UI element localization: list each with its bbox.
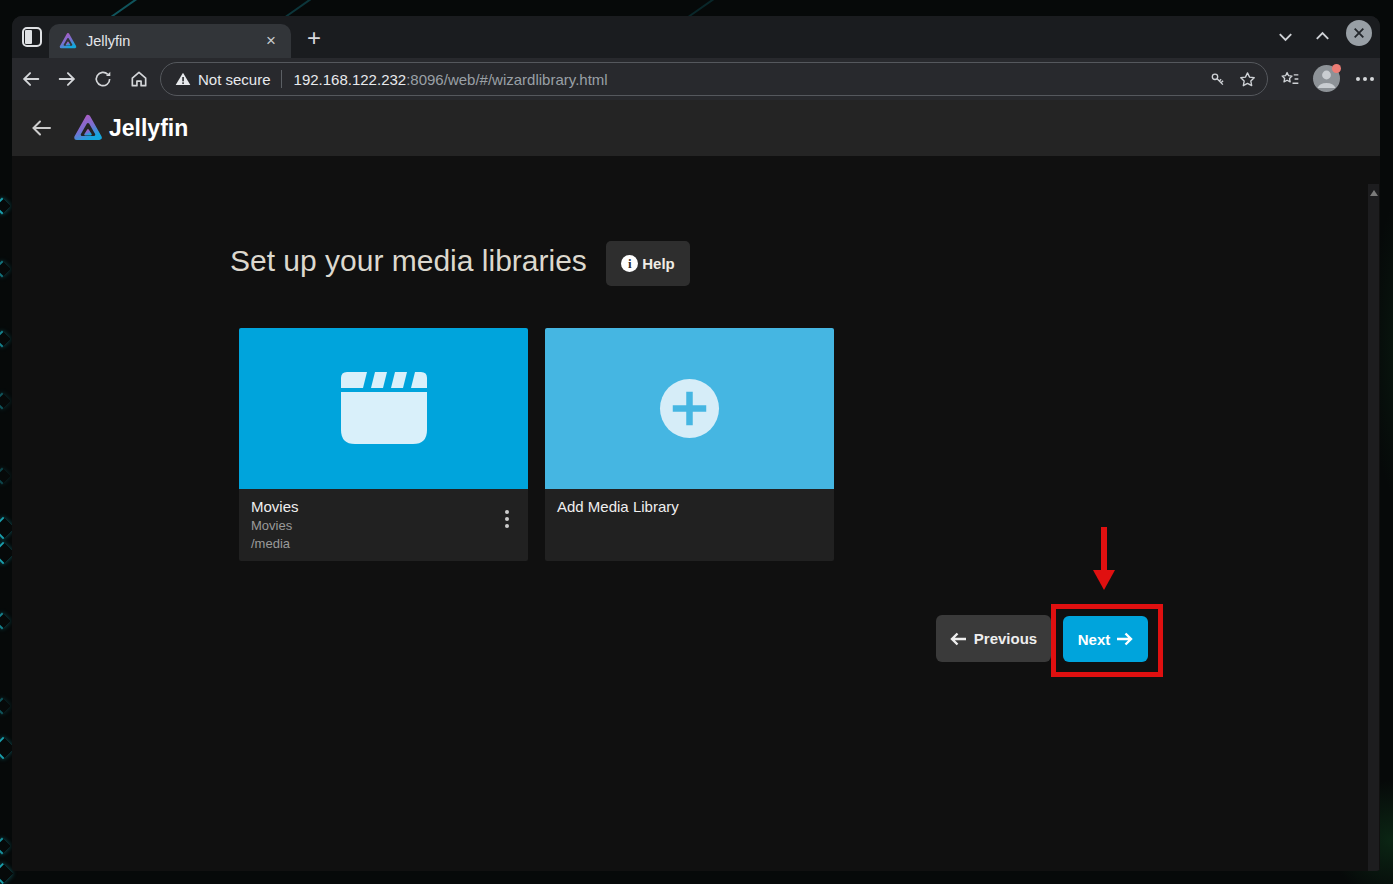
browser-toolbar: Not secure 192.168.122.232:8096/web/#/wi…	[12, 58, 1380, 100]
movies-card-footer: Movies Movies /media	[239, 489, 528, 561]
page-scrollbar[interactable]	[1368, 184, 1379, 871]
address-bar[interactable]: Not secure 192.168.122.232:8096/web/#/wi…	[160, 62, 1268, 96]
forward-icon[interactable]	[51, 58, 83, 100]
tab-overview-icon-fill	[25, 30, 32, 44]
previous-arrow-icon	[950, 632, 967, 646]
window-maximize-button[interactable]	[1309, 23, 1335, 49]
browser-tabstrip: Jellyfin × +	[12, 16, 1380, 58]
wallpaper-chevron	[0, 331, 10, 348]
add-card-image	[545, 328, 834, 489]
tab-title: Jellyfin	[86, 33, 261, 49]
scrollbar-up-icon	[1370, 190, 1378, 196]
back-icon[interactable]	[15, 58, 47, 100]
wallpaper-chevron	[0, 393, 10, 410]
reload-icon[interactable]	[87, 58, 119, 100]
page-title: Set up your media libraries	[230, 244, 587, 278]
jellyfin-brand-title: Jellyfin	[109, 113, 188, 143]
url-host: 192.168.122.232	[294, 71, 407, 88]
jellyfin-favicon	[59, 32, 77, 50]
not-secure-warning-icon	[175, 71, 191, 87]
url-path: :8096/web/#/wizardlibrary.html	[406, 71, 607, 88]
url-divider	[281, 70, 282, 88]
card-title: Add Media Library	[557, 498, 822, 515]
annotation-rectangle	[1051, 604, 1163, 677]
card-path: /media	[251, 536, 516, 551]
card-menu-icon[interactable]	[496, 505, 518, 533]
bookmarks-list-icon[interactable]	[1273, 61, 1307, 97]
new-tab-button[interactable]: +	[300, 25, 328, 53]
wizard-content: Set up your media libraries i Help	[12, 156, 1380, 871]
previous-button[interactable]: Previous	[936, 615, 1051, 662]
page-back-icon[interactable]	[26, 113, 56, 143]
card-subtitle: Movies	[251, 518, 516, 533]
browser-menu-icon[interactable]	[1350, 61, 1380, 97]
browser-window: Jellyfin × +	[12, 16, 1380, 871]
help-button[interactable]: i Help	[606, 241, 690, 286]
add-plus-icon	[658, 377, 721, 440]
library-card-movies[interactable]: Movies Movies /media	[239, 328, 528, 561]
annotation-arrow-line	[1101, 527, 1107, 571]
annotation-arrow-head	[1093, 570, 1115, 590]
browser-tab-jellyfin[interactable]: Jellyfin ×	[49, 24, 291, 58]
wallpaper-chevron	[0, 613, 10, 630]
movie-clapper-icon	[335, 368, 433, 450]
movies-card-image	[239, 328, 528, 489]
jellyfin-logo	[73, 113, 103, 143]
wallpaper-chevron	[0, 468, 10, 485]
password-key-icon[interactable]	[1209, 70, 1227, 88]
wallpaper-chevron	[0, 198, 10, 215]
help-button-label: Help	[642, 255, 675, 272]
home-icon[interactable]	[123, 58, 155, 100]
bookmark-star-icon[interactable]	[1238, 70, 1257, 89]
window-minimize-button[interactable]	[1272, 23, 1298, 49]
wallpaper-chevron	[0, 261, 10, 278]
previous-button-label: Previous	[974, 630, 1037, 647]
jellyfin-page: Jellyfin Set up your media libraries i H…	[12, 100, 1380, 871]
tab-close-icon[interactable]: ×	[261, 31, 281, 51]
card-title: Movies	[251, 498, 516, 515]
window-close-button[interactable]	[1346, 20, 1372, 46]
info-icon: i	[621, 255, 638, 272]
tab-overview-icon[interactable]	[22, 27, 42, 47]
profile-avatar[interactable]	[1313, 65, 1340, 92]
wallpaper-chevron	[0, 838, 10, 855]
avatar-notification-dot	[1332, 64, 1341, 73]
add-card-footer: Add Media Library	[545, 489, 834, 561]
jellyfin-header: Jellyfin	[12, 100, 1380, 156]
add-library-card[interactable]: Add Media Library	[545, 328, 834, 561]
security-label: Not secure	[198, 71, 271, 88]
wallpaper-chevron	[0, 698, 10, 715]
